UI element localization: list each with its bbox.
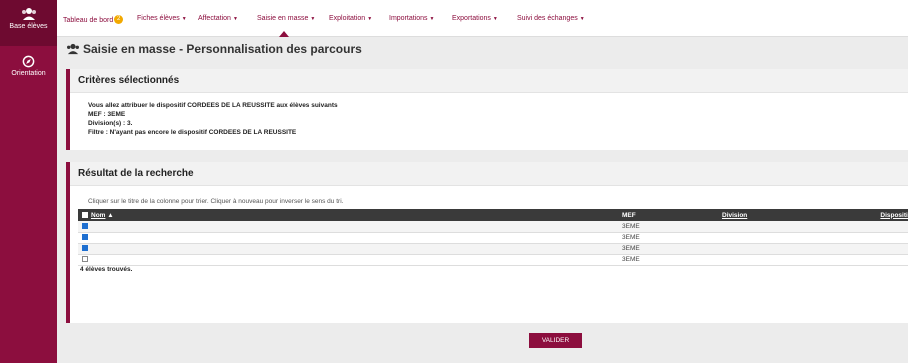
criteria-filter: Filtre : N'ayant pas encore le dispositi… <box>88 129 297 136</box>
cell-nom <box>78 221 618 232</box>
validate-button[interactable]: VALIDER <box>529 333 582 348</box>
cell-division <box>718 221 863 232</box>
panel-header: Critères sélectionnés <box>70 69 908 93</box>
sort-hint: Cliquer sur le titre de la colonne pour … <box>88 198 344 205</box>
compass-icon <box>22 55 35 68</box>
nav-saisie-en-masse[interactable]: Saisie en masse ▼ <box>257 15 315 22</box>
table-header-row: Nom ▲ MEF Division Dispositif <box>78 209 908 221</box>
nav-label: Suivi des échanges <box>517 15 578 22</box>
sidebar-item-orientation[interactable]: Orientation <box>0 55 57 91</box>
table-row[interactable]: 3EME <box>78 221 908 232</box>
cell-mef: 3EME <box>622 234 640 241</box>
cell-dispositif <box>863 232 908 243</box>
caret-down-icon: ▼ <box>232 16 238 22</box>
left-sidebar: Base élèves Orientation <box>0 0 57 363</box>
nav-label: Tableau de bord <box>63 17 114 24</box>
caret-down-icon: ▼ <box>310 16 316 22</box>
nav-affectation[interactable]: Affectation ▼ <box>198 15 238 22</box>
cell-mef: 3EME <box>622 222 640 230</box>
caret-down-icon: ▼ <box>492 16 498 22</box>
cell-division <box>718 232 863 243</box>
criteria-division: Division(s) : 3. <box>88 120 133 127</box>
criteria-mef: MEF : 3EME <box>88 111 126 118</box>
row-checkbox[interactable] <box>82 245 88 251</box>
row-checkbox[interactable] <box>82 222 88 229</box>
select-all-checkbox[interactable] <box>82 211 88 218</box>
panel-heading: Critères sélectionnés <box>78 75 180 86</box>
cell-mef: 3EME <box>622 245 640 252</box>
cell-dispositif <box>863 221 908 232</box>
table-row[interactable]: 3EME <box>78 254 908 265</box>
results-table: Nom ▲ MEF Division Dispositif 3EME 3EME <box>78 209 908 266</box>
cell-nom <box>78 243 618 254</box>
cell-division <box>718 243 863 254</box>
cell-division <box>718 254 863 265</box>
row-checkbox[interactable] <box>82 256 88 262</box>
table-row[interactable]: 3EME <box>78 243 908 254</box>
column-header-nom[interactable]: Nom ▲ <box>78 209 618 221</box>
cell-dispositif <box>863 243 908 254</box>
sort-asc-icon: ▲ <box>107 211 114 219</box>
criteria-panel: Critères sélectionnés Vous allez attribu… <box>66 69 908 150</box>
active-nav-indicator <box>279 31 289 37</box>
nav-tableau-de-bord[interactable]: Tableau de bord 2 <box>63 15 124 24</box>
sidebar-item-label: Orientation <box>11 70 46 77</box>
top-navigation: Tableau de bord 2 Fiches élèves ▼ Affectat… <box>57 0 908 37</box>
cell-nom <box>78 254 618 265</box>
caret-down-icon: ▼ <box>367 16 373 22</box>
cell-mef: 3EME <box>622 256 640 263</box>
nav-fiches-eleves[interactable]: Fiches élèves ▼ <box>137 15 187 22</box>
nav-importations[interactable]: Importations ▼ <box>389 15 434 22</box>
column-header-dispositif[interactable]: Dispositif <box>863 209 908 221</box>
table-row[interactable]: 3EME <box>78 232 908 243</box>
users-icon <box>21 8 36 20</box>
nav-label: Affectation <box>198 15 231 22</box>
cell-dispositif <box>863 254 908 265</box>
caret-down-icon: ▼ <box>579 16 585 22</box>
result-count: 4 élèves trouvés. <box>80 266 133 273</box>
column-header-mef[interactable]: MEF <box>618 209 718 221</box>
sidebar-item-base-eleves[interactable]: Base élèves <box>0 0 57 46</box>
criteria-line: Vous allez attribuer le dispositif CORDE… <box>88 102 338 109</box>
panel-header: Résultat de la recherche <box>70 162 908 186</box>
cell-nom <box>78 232 618 243</box>
panel-heading: Résultat de la recherche <box>78 168 194 179</box>
nav-exportations[interactable]: Exportations ▼ <box>452 15 498 22</box>
page-title-text: Saisie en masse - Personnalisation des p… <box>83 42 362 56</box>
nav-label: Fiches élèves <box>137 15 180 22</box>
nav-label: Exportations <box>452 15 491 22</box>
caret-down-icon: ▼ <box>181 16 187 22</box>
column-label: Nom <box>91 211 106 219</box>
column-header-division[interactable]: Division <box>718 209 863 221</box>
sidebar-item-label: Base élèves <box>9 23 48 30</box>
nav-exploitation[interactable]: Exploitation ▼ <box>329 15 372 22</box>
nav-suivi-des-echanges[interactable]: Suivi des échanges ▼ <box>517 15 585 22</box>
caret-down-icon: ▼ <box>429 16 435 22</box>
nav-label: Exploitation <box>329 15 366 22</box>
notification-badge: 2 <box>114 15 124 24</box>
results-panel: Résultat de la recherche Cliquer sur le … <box>66 162 908 323</box>
users-icon <box>67 43 79 55</box>
row-checkbox[interactable] <box>82 234 88 240</box>
nav-label: Saisie en masse <box>257 15 309 22</box>
nav-label: Importations <box>389 15 428 22</box>
page-title: Saisie en masse - Personnalisation des p… <box>66 42 362 56</box>
